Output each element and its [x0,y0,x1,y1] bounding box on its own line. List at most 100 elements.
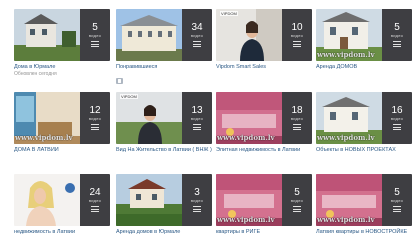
video-count-label: видео [290,33,304,38]
video-count-label: видео [290,198,304,203]
playlist-icon [91,206,99,212]
album-thumbnail[interactable]: VIPDOM 13 видео [116,92,212,144]
presenter-thumbnail-image [116,92,182,144]
watermark-text: www.vipdom.lv [217,215,275,224]
album-card[interactable]: 34 видео Понравившиеся [116,9,212,89]
video-count-label: видео [190,116,204,121]
watermark-text: www.vipdom.lv [317,133,375,142]
video-albums-grid: 5 видео Дома в Юрмале Обновлен сегодня 3… [0,0,415,243]
album-thumbnail[interactable]: 3 видео [116,174,212,226]
watermark-text: www.vipdom.lv [217,133,275,142]
watermark-text: www.vipdom.lv [317,50,375,59]
video-count: 24 [89,187,101,198]
album-thumbnail[interactable]: VIPDOM 10 видео [216,9,312,61]
video-count-label: видео [88,33,102,38]
vipdom-logo: VIPDOM [220,11,238,16]
video-count-panel: 5 видео [282,174,312,226]
video-count: 5 [294,187,300,198]
video-count-panel: 12 видео [80,92,110,144]
album-card[interactable]: www.vipdom.lv 18 видео Элитная недвижимо… [216,92,312,154]
playlist-icon [393,41,401,47]
video-count-panel: 3 видео [182,174,212,226]
mansion-thumbnail-image [116,9,182,61]
album-card[interactable]: www.vipdom.lv 12 видео ДОМА В ЛАТВИИ [14,92,110,154]
album-card[interactable]: www.vipdom.lv 5 видео квартиры в РИГЕ [216,174,312,236]
album-title[interactable]: Дома в Юрмале [14,64,110,71]
album-card[interactable]: www.vipdom.lv 5 видео Аренда ДОМОВ [316,9,412,71]
playlist-icon [193,41,201,47]
video-count-panel: 5 видео [382,9,412,61]
album-title[interactable]: ДОМА В ЛАТВИИ [14,147,110,154]
album-title[interactable]: Объекты в НОВЫХ ПРОЕКТАХ [316,147,412,154]
video-count-label: видео [88,116,102,121]
video-count-label: видео [88,198,102,203]
playlist-icon [91,124,99,130]
album-card[interactable]: www.vipdom.lv 5 видео Латвия квартиры в … [316,174,412,236]
playlist-icon [293,124,301,130]
video-count-panel: 34 видео [182,9,212,61]
album-thumbnail[interactable]: www.vipdom.lv 12 видео [14,92,110,144]
video-count: 5 [394,187,400,198]
album-thumbnail[interactable]: www.vipdom.lv 5 видео [316,9,412,61]
rental-house-thumbnail-image [116,174,182,226]
album-thumbnail[interactable]: www.vipdom.lv 5 видео [216,174,312,226]
video-count-label: видео [390,198,404,203]
album-title[interactable]: Аренда домов в Юрмале [116,229,212,236]
playlist-icon [193,124,201,130]
album-thumbnail[interactable]: 5 видео [14,9,110,61]
video-count-panel: 24 видео [80,174,110,226]
watermark-text: www.vipdom.lv [15,133,73,142]
video-count-panel: 10 видео [282,9,312,61]
album-title[interactable]: Аренда ДОМОВ [316,64,412,71]
playlist-icon [293,41,301,47]
video-count: 13 [191,105,203,116]
watermark-text: www.vipdom.lv [317,215,375,224]
video-count-label: видео [390,116,404,121]
video-count-panel: 5 видео [80,9,110,61]
video-count-panel: 13 видео [182,92,212,144]
video-count-label: видео [290,116,304,121]
vipdom-logo: VIPDOM [120,94,138,99]
video-count: 12 [89,105,101,116]
playlist-icon [393,206,401,212]
playlist-icon [293,206,301,212]
video-count-panel: 16 видео [382,92,412,144]
album-card[interactable]: www.vipdom.lv 16 видео Объекты в НОВЫХ П… [316,92,412,154]
album-title[interactable]: Вид На Жительство в Латвии ( ВНЖ ) [116,147,212,154]
album-thumbnail[interactable]: 24 видео [14,174,110,226]
album-thumbnail[interactable]: www.vipdom.lv 18 видео [216,92,312,144]
video-count: 5 [92,22,98,33]
video-count-label: видео [390,33,404,38]
playlist-icon [91,41,99,47]
house-thumbnail-image [14,9,80,61]
album-title[interactable]: недвижимость в Латвии [14,229,110,236]
private-album-icon [116,78,123,84]
video-count-label: видео [190,33,204,38]
presenter-thumbnail-image [216,9,282,61]
video-count: 3 [194,187,200,198]
video-count: 10 [291,22,303,33]
album-thumbnail[interactable]: www.vipdom.lv 5 видео [316,174,412,226]
playlist-icon [193,206,201,212]
album-title[interactable]: Понравившиеся [116,64,212,71]
video-count-panel: 18 видео [282,92,312,144]
album-card[interactable]: 3 видео Аренда домов в Юрмале [116,174,212,236]
video-count: 16 [391,105,403,116]
playlist-icon [393,124,401,130]
album-thumbnail[interactable]: www.vipdom.lv 16 видео [316,92,412,144]
album-card[interactable]: VIPDOM 10 видео Vipdom Smart Sales [216,9,312,71]
video-count-label: видео [190,198,204,203]
album-title[interactable]: Vipdom Smart Sales [216,64,312,71]
video-count: 18 [291,105,303,116]
album-updated-status: Обновлен сегодня [14,71,57,77]
album-card[interactable]: 5 видео Дома в Юрмале Обновлен сегодня [14,9,110,77]
album-title[interactable]: Элитная недвижимость в Латвии [216,147,312,154]
album-card[interactable]: 24 видео недвижимость в Латвии [14,174,110,236]
video-count: 34 [191,22,203,33]
video-count-panel: 5 видео [382,174,412,226]
album-title[interactable]: квартиры в РИГЕ [216,229,312,236]
album-card[interactable]: VIPDOM 13 видео Вид На Жительство в Латв… [116,92,212,154]
album-title[interactable]: Латвия квартиры в НОВОСТРОЙКЕ [316,229,412,236]
album-thumbnail[interactable]: 34 видео [116,9,212,61]
video-count: 5 [394,22,400,33]
